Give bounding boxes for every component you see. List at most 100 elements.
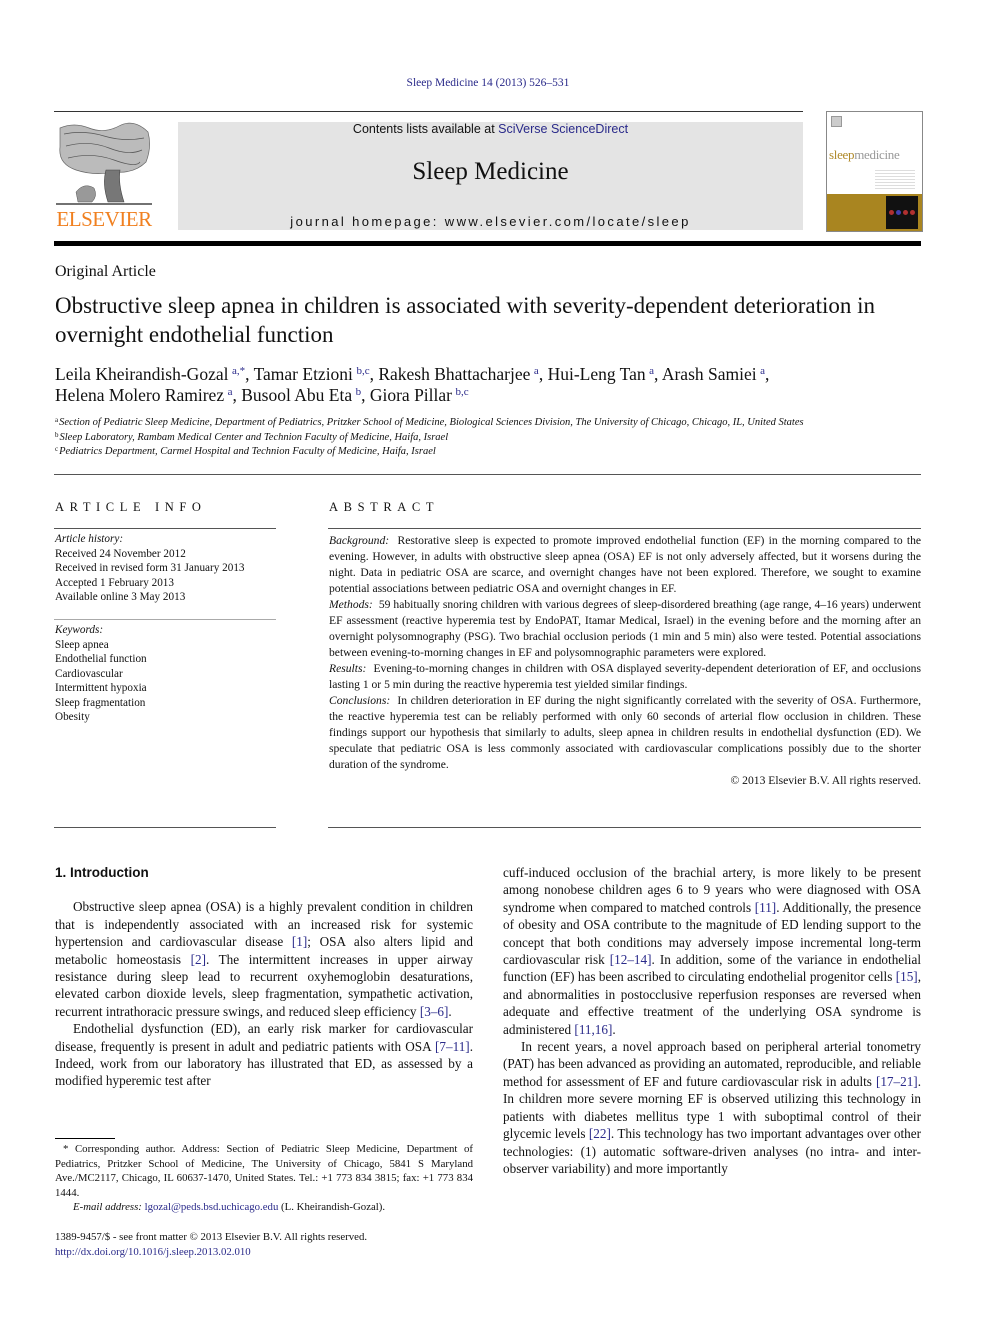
header-thick-rule [54,241,921,246]
citation-link[interactable]: [15] [896,969,918,984]
keyword: Sleep apnea [55,638,109,651]
affiliation-key: b [55,430,59,439]
footnote: * Corresponding author. Address: Section… [55,1142,473,1215]
cover-toc-lines [875,168,915,190]
front-matter-text: 1389-9457/$ - see front matter © 2013 El… [55,1231,368,1243]
keyword: Endothelial function [55,653,147,665]
author-name: Busool Abu Eta [241,385,356,405]
abstract-label: Methods: [329,598,373,611]
author-name: Rakesh Bhattacharjee [378,364,534,384]
email-line: E-mail address: lgozal@peds.bsd.uchicago… [55,1200,473,1215]
publisher-wordmark: ELSEVIER [56,207,152,231]
body-paragraph: Obstructive sleep apnea (OSA) is a highl… [55,899,473,1019]
author-list: Leila Kheirandish-Gozal a,*, Tamar Etzio… [55,364,770,405]
abstract-text: 59 habitually snoring children with vari… [329,598,921,659]
body-paragraph: In recent years, a novel approach based … [503,1039,921,1176]
article-title: Obstructive sleep apnea in children is a… [55,293,876,347]
author-affiliation-marker[interactable]: b,c [455,386,468,398]
cover-title-medicine: medicine [854,147,900,162]
email-label: E-mail address: [73,1201,142,1213]
cover-logo-icon [831,116,842,127]
body-paragraph: Endothelial dysfunction (ED), an early r… [55,1021,473,1089]
affiliation: cPediatrics Department, Carmel Hospital … [55,445,436,458]
author-affiliation-marker[interactable]: a,* [232,365,245,377]
history-item: Received 24 November 2012 [55,547,186,560]
citation-link[interactable]: [11,16] [574,1022,612,1037]
front-matter: 1389-9457/$ - see front matter © 2013 El… [55,1230,485,1259]
journal-homepage[interactable]: journal homepage: www.elsevier.com/locat… [178,214,803,229]
keywords-label: Keywords: [55,624,104,636]
author-name: Helena Molero Ramirez [55,385,228,405]
keyword: Obesity [55,711,90,723]
cover-title-sleep: sleep [829,147,855,162]
citation-link[interactable]: [12–14] [610,952,652,967]
journal-reference[interactable]: Sleep Medicine 14 (2013) 526–531 [0,77,976,89]
citation-link[interactable]: [11] [755,900,776,915]
contents-prefix: Contents lists available at [352,122,499,136]
abstract-body: Background: Restorative sleep is expecte… [329,533,921,789]
author-name: Giora Pillar [369,385,456,405]
abstract-label: Conclusions: [329,694,391,707]
affiliation-key: c [55,445,59,453]
author-name: Hui-Leng Tan [547,364,650,384]
affiliation-key: a [55,416,59,424]
cover-title: sleepmedicine [829,147,900,163]
abstract-methods: Methods: 59 habitually snoring children … [329,597,921,661]
citation-link[interactable]: [1] [292,934,307,949]
citation-link[interactable]: [2] [191,952,206,967]
author-affiliation-marker[interactable]: b,c [356,365,369,377]
history-label: Article history: [55,533,124,545]
abstract-text: Restorative sleep is expected to promote… [329,534,922,595]
author-affiliation-marker[interactable]: a [649,365,654,377]
article-history: Article history: Received 24 November 20… [55,532,277,605]
section-rule [54,474,921,475]
keyword: Sleep fragmentation [55,696,146,709]
journal-reference-link[interactable]: Sleep Medicine 14 (2013) 526–531 [407,77,570,89]
journal-title: Sleep Medicine [412,158,569,185]
citation-link[interactable]: [22] [589,1126,611,1141]
author-affiliation-marker[interactable]: b [356,386,362,398]
section-heading: 1. Introduction [55,865,149,880]
abstract-rule [328,827,921,828]
affiliation: aSection of Pediatric Sleep Medicine, De… [55,416,804,429]
author-affiliation-marker[interactable]: a [534,365,539,377]
author-name: Leila Kheirandish-Gozal [55,364,232,384]
elsevier-logo: ELSEVIER [54,122,154,232]
citation-link[interactable]: [17–21] [876,1074,918,1089]
abstract-label: Results: [329,662,367,675]
author-affiliation-marker[interactable]: a [228,386,233,398]
email-suffix: (L. Kheirandish-Gozal). [278,1201,386,1213]
keyword: Cardiovascular [55,667,123,680]
copyright: © 2013 Elsevier B.V. All rights reserved… [730,774,921,787]
elsevier-tree-icon [56,122,152,205]
doi-link[interactable]: http://dx.doi.org/10.1016/j.sleep.2013.0… [55,1246,251,1258]
abstract-label: Background: [329,534,390,547]
header-rule [54,111,803,112]
corresponding-author-note: * Corresponding author. Address: Section… [55,1143,473,1199]
abstract-results: Results: Evening-to-morning changes in c… [329,661,921,693]
sciencedirect-link[interactable]: SciVerse ScienceDirect [498,122,628,136]
contents-line: Contents lists available at SciVerse Sci… [178,122,803,136]
abstract-conclusions: Conclusions: In children deterioration i… [329,693,921,773]
keyword: Intermittent hypoxia [55,682,147,694]
citation-link[interactable]: [7–11] [435,1039,470,1054]
info-rule [54,528,276,529]
citation-link[interactable]: [3–6] [420,1004,449,1019]
email-link[interactable]: lgozal@peds.bsd.uchicago.edu [145,1201,279,1213]
abstract-text: In children deterioration in EF during t… [329,694,922,771]
footnote-rule [55,1138,115,1139]
affiliations: aSection of Pediatric Sleep Medicine, De… [55,416,935,460]
history-item: Received in revised form 31 January 2013 [55,562,245,574]
history-item: Available online 3 May 2013 [55,591,186,603]
abstract-background: Background: Restorative sleep is expecte… [329,533,921,597]
keywords: Keywords: Sleep apnea Endothelial functi… [55,623,277,725]
body-paragraph: cuff-induced occlusion of the brachial a… [503,865,921,1037]
journal-banner: Contents lists available at SciVerse Sci… [178,122,803,230]
body-column-left: 1. Introduction Obstructive sleep apnea … [55,864,473,1090]
affiliation: bSleep Laboratory, Rambam Medical Center… [55,430,449,443]
abstract-text: Evening-to-morning changes in children w… [329,662,921,691]
info-rule [54,619,276,620]
author-name: Tamar Etzioni [253,364,357,384]
author-affiliation-marker[interactable]: a [760,365,765,377]
info-rule [54,827,276,828]
